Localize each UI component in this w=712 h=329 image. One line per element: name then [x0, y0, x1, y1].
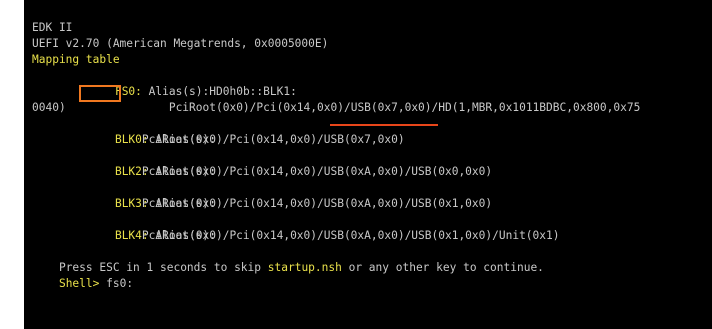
fs0-path-wrap: 0040): [32, 101, 66, 114]
fs0-alias-line: FS0: Alias(s):HD0h0b::BLK1:: [88, 68, 297, 98]
blk4-device-path: PciRoot(0x0)/Pci(0x14,0x0)/USB(0xA,0x0)/…: [88, 229, 560, 242]
fs0-path-usb: /USB(0x7,0x0): [343, 101, 432, 114]
fs0-path-prefix: PciRoot(0x0)/Pci(0x14,0x0): [114, 101, 344, 114]
mapping-table-title: Mapping table: [32, 53, 120, 66]
blk2-alias-line: BLK2: Alias(s):: [88, 148, 216, 178]
header-edk: EDK II: [32, 21, 73, 34]
shell-command-input[interactable]: fs0:: [99, 277, 133, 290]
press-esc-text-after: or any other key to continue.: [341, 261, 544, 274]
blk4-alias-line: BLK4: Alias(s):: [88, 212, 216, 242]
shell-prompt-label: Shell>: [58, 277, 100, 290]
startup-nsh-filename: startup.nsh: [267, 261, 342, 274]
blk0-alias-line: BLK0: Alias(s):: [88, 116, 216, 146]
blk3-alias-line: BLK3: Alias(s):: [88, 180, 216, 210]
fs0-device-path: PciRoot(0x0)/Pci(0x14,0x0)/USB(0x7,0x0)/…: [88, 84, 641, 114]
fs0-highlight-box: [79, 85, 121, 102]
uefi-shell-console[interactable]: EDK II UEFI v2.70 (American Megatrends, …: [24, 0, 712, 329]
blk0-device-path: PciRoot(0x0)/Pci(0x14,0x0)/USB(0x7,0x0): [88, 133, 405, 146]
usb-path-underline: [330, 124, 438, 126]
blk3-device-path: PciRoot(0x0)/Pci(0x14,0x0)/USB(0xA,0x0)/…: [88, 197, 493, 210]
fs0-path-suffix: /HD(1,MBR,0x1011BDBC,0x800,0x75: [431, 101, 641, 114]
press-esc-message: Press ESC in 1 seconds to skip startup.n…: [32, 244, 544, 274]
blk2-device-path: PciRoot(0x0)/Pci(0x14,0x0)/USB(0xA,0x0)/…: [88, 165, 493, 178]
shell-prompt-line[interactable]: Shell> fs0:: [32, 260, 133, 290]
header-uefi-version: UEFI v2.70 (American Megatrends, 0x00050…: [32, 37, 329, 50]
